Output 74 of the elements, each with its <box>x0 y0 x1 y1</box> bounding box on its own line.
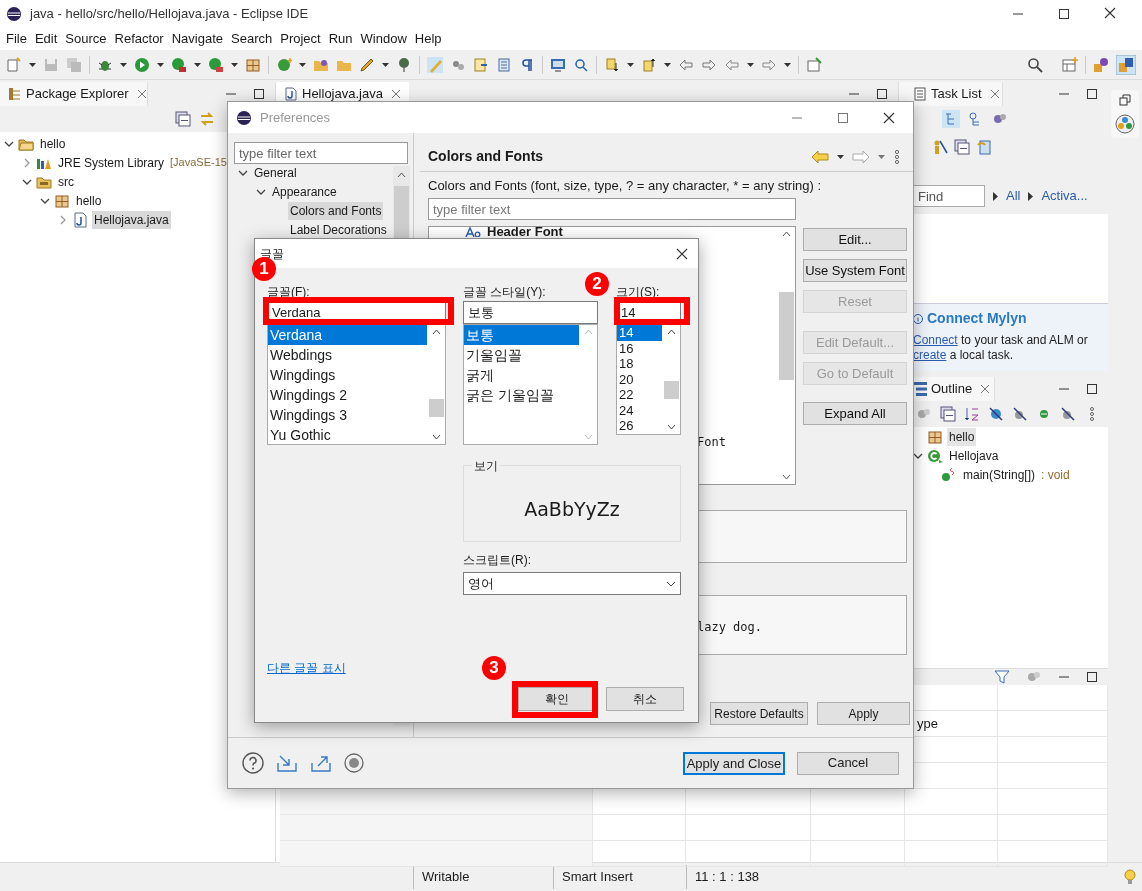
tree-item[interactable]: hello <box>38 134 68 153</box>
list-item[interactable]: 보통 <box>464 325 579 345</box>
tree-item[interactable]: Hellojava.java <box>92 210 171 229</box>
list-item[interactable]: 기울임꼴 <box>464 345 579 365</box>
tree-item[interactable]: Label Decorations <box>288 220 389 239</box>
side-button[interactable]: Edit... <box>803 228 907 251</box>
mylyn-title: Connect Mylyn <box>927 309 1027 328</box>
tree-item[interactable]: hello <box>74 191 104 210</box>
menu-item[interactable]: Refactor <box>110 29 168 49</box>
list-item[interactable]: 굵은 기울임꼴 <box>464 385 579 405</box>
page-button[interactable]: Restore Defaults <box>710 702 808 725</box>
tree-item[interactable]: JRE System Library <box>56 153 167 172</box>
side-button[interactable]: Expand All <box>803 402 907 425</box>
outline-item[interactable]: hello <box>947 427 977 446</box>
menu-item[interactable]: Window <box>356 29 411 49</box>
menu-item[interactable]: Run <box>324 29 357 49</box>
list-item[interactable]: 26 <box>617 418 662 434</box>
view-tab[interactable]: Task List <box>899 82 1003 106</box>
list-item[interactable]: Wingdings 2 <box>268 385 427 405</box>
tree-item[interactable]: Appearance <box>270 182 339 201</box>
field-label: 스크립트(R): <box>463 552 532 569</box>
list-item[interactable]: 22 <box>617 387 662 403</box>
list-item[interactable]: 20 <box>617 371 662 387</box>
list-item[interactable]: 18 <box>617 356 662 372</box>
mylyn-description: Connect to your task and ALM or create a local task. <box>913 333 1089 363</box>
filter-link[interactable]: All <box>1006 186 1021 206</box>
menu-item[interactable]: Search <box>227 29 277 49</box>
menu-item[interactable]: Source <box>61 29 111 49</box>
status-field: 11 : 1 : 138 <box>686 865 816 889</box>
page-button[interactable]: Apply <box>817 702 910 725</box>
menu-item[interactable]: Project <box>276 29 325 49</box>
tree-item-decoration: [JavaSE-15 <box>170 155 227 171</box>
filter-field[interactable]: type filter text <box>234 142 408 164</box>
side-button[interactable]: Use System Font <box>803 259 907 282</box>
list-item[interactable]: Wingdings <box>268 365 427 385</box>
tree-item[interactable]: Colors and Fonts <box>288 201 384 220</box>
field-label: 글꼴 스타일(Y): <box>463 285 547 300</box>
preview-text: AaBbYyZz <box>524 497 620 523</box>
dialog-button[interactable]: 취소 <box>606 687 684 711</box>
more-fonts-link[interactable]: 다른 글꼴 표시 <box>267 661 346 675</box>
return-type: : void <box>1041 466 1070 484</box>
preview-text: lazy dog. <box>697 619 763 636</box>
dialog-button[interactable]: Apply and Close <box>683 751 785 775</box>
filter-field[interactable]: type filter text <box>428 198 796 220</box>
window-title: java - hello/src/hello/Hellojava.java - Eclipse IDE <box>30 5 310 24</box>
script-dropdown[interactable]: 영어 <box>463 572 681 595</box>
find-field[interactable]: Find <box>913 185 985 207</box>
view-tab[interactable]: Package Explorer <box>0 82 148 106</box>
tree-item[interactable]: src <box>56 172 76 191</box>
filter-link[interactable]: Activa... <box>1041 186 1088 206</box>
menu-item[interactable]: Edit <box>30 29 62 49</box>
list-item[interactable]: 16 <box>617 340 662 356</box>
list-item[interactable]: Verdana <box>268 325 427 345</box>
page-title: Colors and Fonts <box>428 147 545 166</box>
tree-item[interactable]: General <box>252 163 299 182</box>
list-item[interactable]: Header Font <box>487 222 563 242</box>
list-item[interactable]: 14 <box>617 325 662 341</box>
link[interactable]: Connect <box>913 333 958 347</box>
list-item[interactable]: Webdings <box>268 345 427 365</box>
list-item[interactable]: Yu Gothic <box>268 425 427 444</box>
outline-item[interactable]: main(String[]) <box>961 465 1038 484</box>
menu-item[interactable]: Navigate <box>167 29 227 49</box>
menu-item[interactable]: File <box>2 29 31 49</box>
dialog-title: Preferences <box>260 108 332 127</box>
list-item[interactable]: 24 <box>617 402 662 418</box>
text-field[interactable]: 보통 <box>463 301 598 324</box>
outline-item[interactable]: Hellojava <box>947 446 1001 465</box>
field-label: 글꼴(F): <box>267 285 311 300</box>
link[interactable]: create <box>913 348 947 362</box>
description: Colors and Fonts (font, size, type, ? = any character, * = any string) : <box>428 178 823 194</box>
menu-item[interactable]: Help <box>410 29 446 49</box>
list-item[interactable]: 굵게 <box>464 365 579 385</box>
list-item[interactable]: Wingdings 3 <box>268 405 427 425</box>
dialog-button[interactable]: Cancel <box>797 751 899 775</box>
